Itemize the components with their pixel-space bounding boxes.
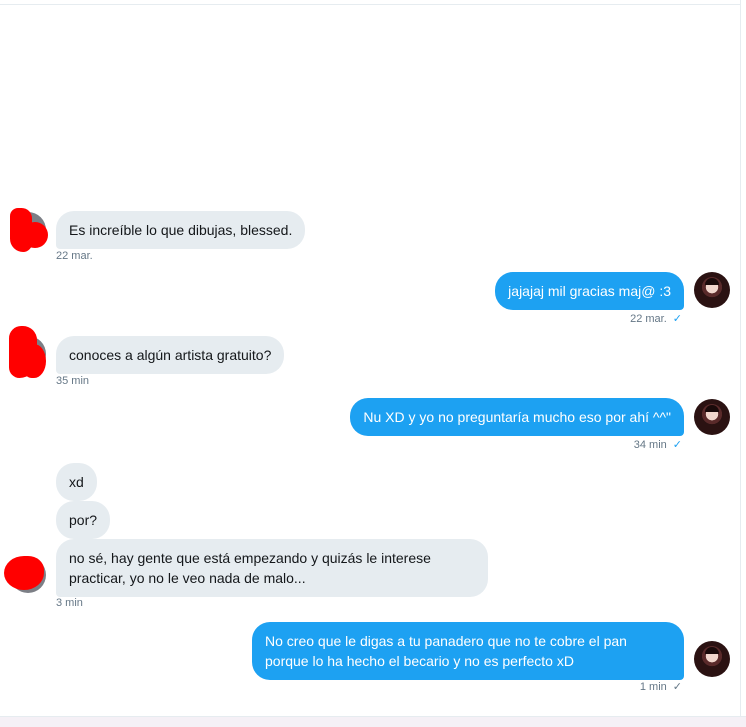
message-bubble[interactable]: xd <box>56 463 97 501</box>
message-timestamp: 3 min <box>56 597 83 609</box>
message-timestamp: 22 mar. <box>56 250 93 262</box>
message-bubble[interactable]: Es increíble lo que dibujas, blessed. <box>56 211 306 249</box>
redaction-mark <box>22 222 48 248</box>
message-bubble[interactable]: conoces a algún artista gratuito? <box>56 336 285 374</box>
message-bubble[interactable]: No creo que le digas a tu panadero que n… <box>252 622 684 680</box>
message-text: xd <box>69 474 84 490</box>
check-icon: ✓ <box>672 439 682 451</box>
message-bubble[interactable]: no sé, hay gente que está empezando y qu… <box>56 539 488 597</box>
message-bubble[interactable]: Nu XD y yo no preguntaría mucho eso por … <box>350 398 684 436</box>
message-text: conoces a algún artista gratuito? <box>69 347 272 363</box>
message-text: Es increíble lo que dibujas, blessed. <box>69 222 293 238</box>
message-text: por? <box>69 512 98 528</box>
redaction-mark <box>22 344 46 378</box>
message-bubble[interactable]: por? <box>56 501 111 539</box>
avatar[interactable] <box>694 272 730 308</box>
composer-area <box>0 716 746 727</box>
avatar[interactable] <box>694 399 730 435</box>
message-timestamp: 22 mar. ✓ <box>630 313 682 325</box>
avatar[interactable] <box>694 641 730 677</box>
message-timestamp: 35 min <box>56 375 90 387</box>
redaction-mark <box>4 556 44 590</box>
message-timestamp: 34 min ✓ <box>633 439 682 451</box>
check-icon: ✓ <box>672 681 682 693</box>
message-text: Nu XD y yo no preguntaría mucho eso por … <box>363 409 671 425</box>
message-text: No creo que le digas a tu panadero que n… <box>265 633 627 669</box>
message-bubble[interactable]: jajajaj mil gracias maj@ :3 <box>495 272 684 310</box>
header-divider <box>0 4 740 5</box>
message-timestamp: 1 min ✓ <box>639 681 682 693</box>
message-text: jajajaj mil gracias maj@ :3 <box>508 283 671 299</box>
panel-border <box>740 0 741 716</box>
message-text: no sé, hay gente que está empezando y qu… <box>69 550 431 586</box>
check-icon: ✓ <box>672 313 682 325</box>
